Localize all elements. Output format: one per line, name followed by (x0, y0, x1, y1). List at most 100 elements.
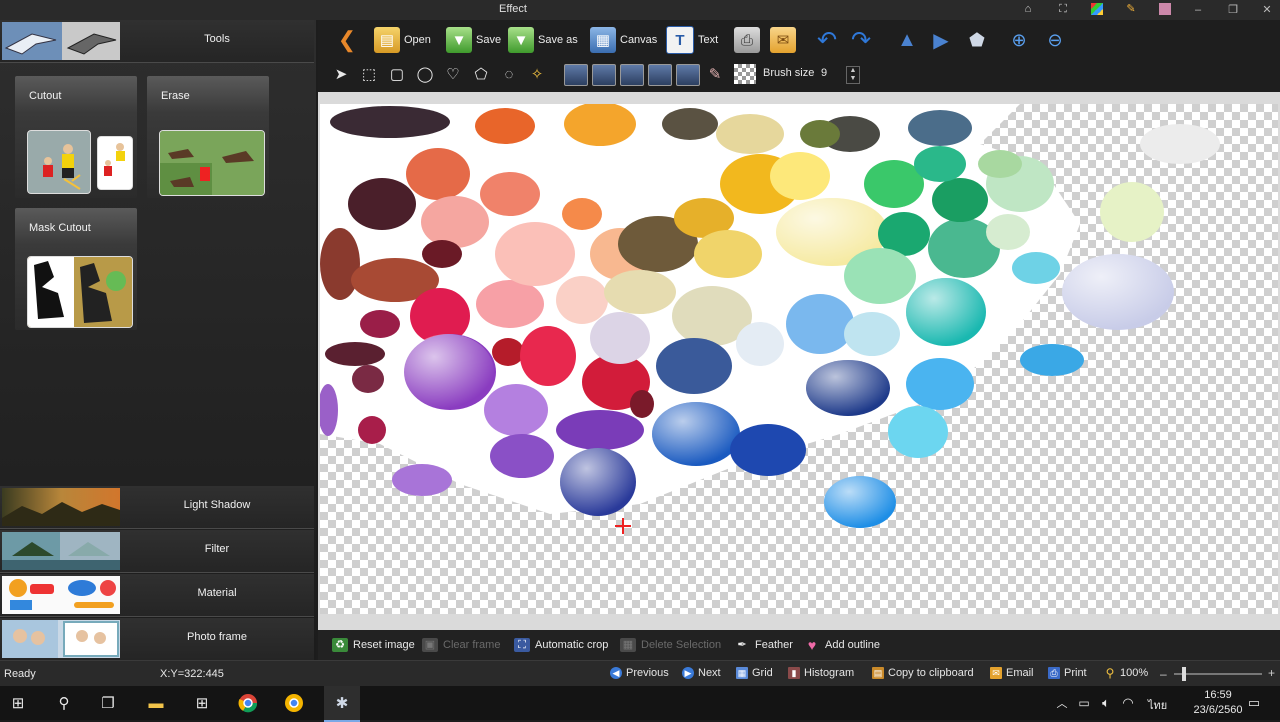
clock-time: 16:59 (1204, 689, 1232, 701)
tray-chevron-icon[interactable]: ︿ (1052, 693, 1072, 713)
open-button[interactable]: ▤ Open (374, 26, 431, 54)
undo-icon: ↶ (816, 26, 838, 54)
magic-wand-icon: ✧ (530, 66, 544, 83)
rotate-button[interactable]: ⬟ (964, 26, 990, 54)
battery-icon[interactable]: ▭ (1074, 693, 1094, 713)
skin-icon[interactable]: ✎ (1125, 3, 1137, 15)
undo-button[interactable]: ↶ (814, 26, 840, 54)
brush-size-label: Brush size (763, 67, 815, 79)
flip-vertical-icon: ▲ (897, 28, 917, 51)
flip-vertical-button[interactable]: ▲ (894, 26, 920, 54)
zoom-value: 100% (1120, 667, 1149, 679)
minimize-button[interactable]: – (1187, 2, 1209, 18)
selection-mode-invert[interactable] (676, 64, 700, 86)
transparency-brush-tool[interactable] (734, 64, 756, 84)
add-outline-label: Add outline (825, 639, 881, 651)
erase-card[interactable]: Erase (147, 76, 269, 198)
search-icon[interactable]: ⚲ (54, 693, 74, 713)
print-button[interactable]: ⎙ Print (1048, 667, 1087, 679)
home-icon[interactable]: ⌂ (1022, 3, 1034, 15)
grid-label: Grid (752, 667, 773, 679)
brush-size-value[interactable]: 9 (821, 67, 839, 81)
ellipse-icon: ◯ (416, 66, 434, 83)
pointer-tool[interactable]: ➤ (330, 64, 352, 84)
save-as-button[interactable]: ▼ Save as (508, 26, 578, 54)
selection-mode-add[interactable] (592, 64, 616, 86)
feather-icon: ✒ (737, 639, 747, 651)
tools-label: Tools (204, 33, 230, 45)
next-button[interactable]: ▶ Next (682, 667, 721, 679)
reset-image-button[interactable]: ♻ Reset image (332, 638, 415, 652)
theme-icon[interactable] (1091, 3, 1103, 15)
brush-icon: ✎ (708, 66, 722, 83)
add-outline-button[interactable]: ♥ Add outline (804, 638, 880, 652)
input-language[interactable]: ไทย (1148, 696, 1167, 714)
redo-button[interactable]: ↷ (848, 26, 874, 54)
zoom-plus-button[interactable]: + (1268, 666, 1275, 680)
canvas-button[interactable]: ▦ Canvas (590, 26, 657, 54)
action-bar: ♻ Reset image ▣ Clear frame ⛶ Automatic … (318, 630, 1280, 660)
photo-frame-category[interactable]: Photo frame (0, 618, 314, 661)
copy-to-clipboard-button[interactable]: ▤ Copy to clipboard (872, 667, 974, 679)
email-button[interactable]: ✉ Email (990, 667, 1034, 679)
notifications-icon[interactable]: ▭ (1244, 693, 1264, 713)
clear-frame-button[interactable]: ▣ Clear frame (422, 638, 500, 652)
store-icon[interactable]: ⊞ (192, 693, 212, 713)
automatic-crop-label: Automatic crop (535, 639, 609, 651)
rect-select-tool[interactable]: ⬚ (358, 64, 380, 84)
magic-wand-tool[interactable]: ✧ (526, 64, 548, 84)
rounded-rect-select-tool[interactable]: ▢ (386, 64, 408, 84)
zoom-slider-handle[interactable] (1182, 667, 1186, 681)
fullscreen-icon[interactable]: ⛶ (1057, 3, 1069, 15)
restore-button[interactable]: ❐ (1222, 2, 1244, 18)
light-shadow-label: Light Shadow (183, 499, 251, 511)
delete-selection-button[interactable]: ▦ Delete Selection (620, 638, 721, 652)
grid-button[interactable]: ▦ Grid (736, 667, 773, 679)
zoom-minus-button[interactable]: – (1160, 667, 1167, 681)
save-button[interactable]: ▼ Save (446, 26, 501, 54)
browser-icon[interactable] (284, 693, 304, 713)
color-icon[interactable] (1159, 3, 1171, 15)
file-explorer-icon[interactable]: ▬ (146, 693, 166, 713)
image-canvas[interactable] (320, 104, 1278, 614)
previous-button[interactable]: ◀ Previous (610, 667, 669, 679)
tools-thumbnail (2, 22, 120, 60)
selection-mode-intersect[interactable] (648, 64, 672, 86)
print-toolbar-button[interactable]: ⎙ (734, 26, 760, 54)
text-button[interactable]: T Text (666, 26, 718, 54)
brush-tool[interactable]: ✎ (704, 64, 726, 84)
zoom-level[interactable]: ⚲ 100% (1104, 667, 1149, 679)
lasso-tool[interactable]: ◌ (498, 64, 520, 84)
filter-category[interactable]: Filter (0, 530, 314, 573)
email-toolbar-button[interactable]: ✉ (770, 26, 796, 54)
wifi-icon[interactable]: ◠ (1118, 693, 1138, 713)
zoom-out-button[interactable]: ⊖ (1042, 26, 1068, 54)
selection-mode-new[interactable] (564, 64, 588, 86)
material-category[interactable]: Material (0, 574, 314, 617)
flip-horizontal-button[interactable]: ▶ (928, 26, 954, 54)
photoeditor-taskbar-item[interactable]: ✱ (324, 686, 360, 722)
light-shadow-category[interactable]: Light Shadow (0, 486, 314, 529)
polygon-lasso-tool[interactable]: ⬠ (470, 64, 492, 84)
back-button[interactable]: ❮ (334, 26, 360, 54)
automatic-crop-button[interactable]: ⛶ Automatic crop (514, 638, 608, 652)
zoom-slider[interactable] (1174, 673, 1262, 675)
chrome-icon[interactable] (238, 693, 258, 713)
grid-icon: ▦ (736, 667, 748, 679)
brush-size-stepper[interactable]: ▲ ▼ (846, 66, 860, 84)
tools-header[interactable]: Tools (0, 20, 314, 63)
cutout-card[interactable]: Cutout (15, 76, 137, 198)
selection-mode-subtract[interactable] (620, 64, 644, 86)
mask-cutout-card[interactable]: Mask Cutout (15, 208, 137, 330)
close-button[interactable]: ✕ (1256, 2, 1278, 18)
volume-icon[interactable]: 🔈︎ (1096, 693, 1116, 713)
feather-button[interactable]: ✒ Feather (734, 638, 793, 652)
task-view-icon[interactable]: ❐ (98, 693, 118, 713)
histogram-button[interactable]: ▮ Histogram (788, 667, 854, 679)
ellipse-select-tool[interactable]: ◯ (414, 64, 436, 84)
zoom-in-button[interactable]: ⊕ (1006, 26, 1032, 54)
windows-start-icon[interactable]: ⊞ (8, 693, 28, 713)
mask-cutout-label: Mask Cutout (29, 222, 91, 234)
heart-select-tool[interactable]: ♡ (442, 64, 464, 84)
clipboard-icon: ▤ (872, 667, 884, 679)
